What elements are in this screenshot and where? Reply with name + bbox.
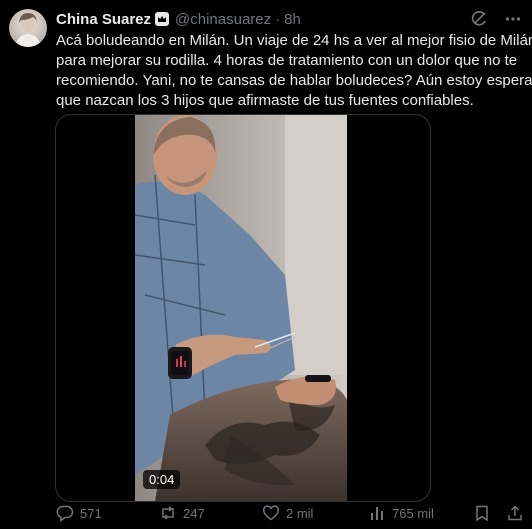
reply-count: 571 [80,505,102,521]
crown-badge-icon [155,12,170,26]
heart-icon [263,505,279,521]
like-button[interactable]: 2 mil [262,504,313,522]
repost-icon [162,506,174,520]
author-name[interactable]: China Suarez [56,11,151,28]
header-icons [470,8,522,30]
tweet-text: Acá boludeando en Milán. Un viaje de 24 … [56,31,532,111]
tweet-text-line: Acá boludeando en Milán. Un viaje de 24 … [56,32,532,49]
reply-icon [56,505,74,522]
tweet-header: China Suarez @chinasuarez · 8h [56,8,522,30]
reply-button[interactable]: 571 [56,504,102,522]
video-frame[interactable]: 0:04 [135,115,347,501]
avatar[interactable] [9,9,47,47]
video-player[interactable]: 0:04 [55,114,431,502]
views-button[interactable]: 765 mil [368,504,434,522]
video-timestamp: 0:04 [143,470,181,489]
share-button[interactable] [506,504,524,522]
tweet[interactable]: China Suarez @chinasuarez · 8h Acá bolud… [0,0,532,529]
tweet-text-line: para mejorar su rodilla. 4 horas de trat… [56,52,518,69]
bookmark-button[interactable] [473,504,491,522]
bookmark-icon [476,505,488,522]
author-handle[interactable]: @chinasuarez [175,11,271,28]
views-chart-icon [371,507,383,520]
action-bar: 571 247 2 mil 765 mil [56,502,522,524]
repost-count: 247 [183,505,205,521]
share-icon [508,505,522,521]
repost-button[interactable]: 247 [159,504,205,522]
tweet-text-line: que nazcan los 3 hijos que afirmaste de … [56,92,474,109]
tweet-text-line: recomiendo. Yani, no te cansas de hablar… [56,72,532,89]
separator-dot: · [275,10,281,28]
views-count: 765 mil [392,505,434,521]
post-time[interactable]: 8h [284,11,301,28]
grok-icon[interactable] [470,10,488,28]
like-count: 2 mil [286,505,314,521]
more-options-icon[interactable] [504,10,522,28]
